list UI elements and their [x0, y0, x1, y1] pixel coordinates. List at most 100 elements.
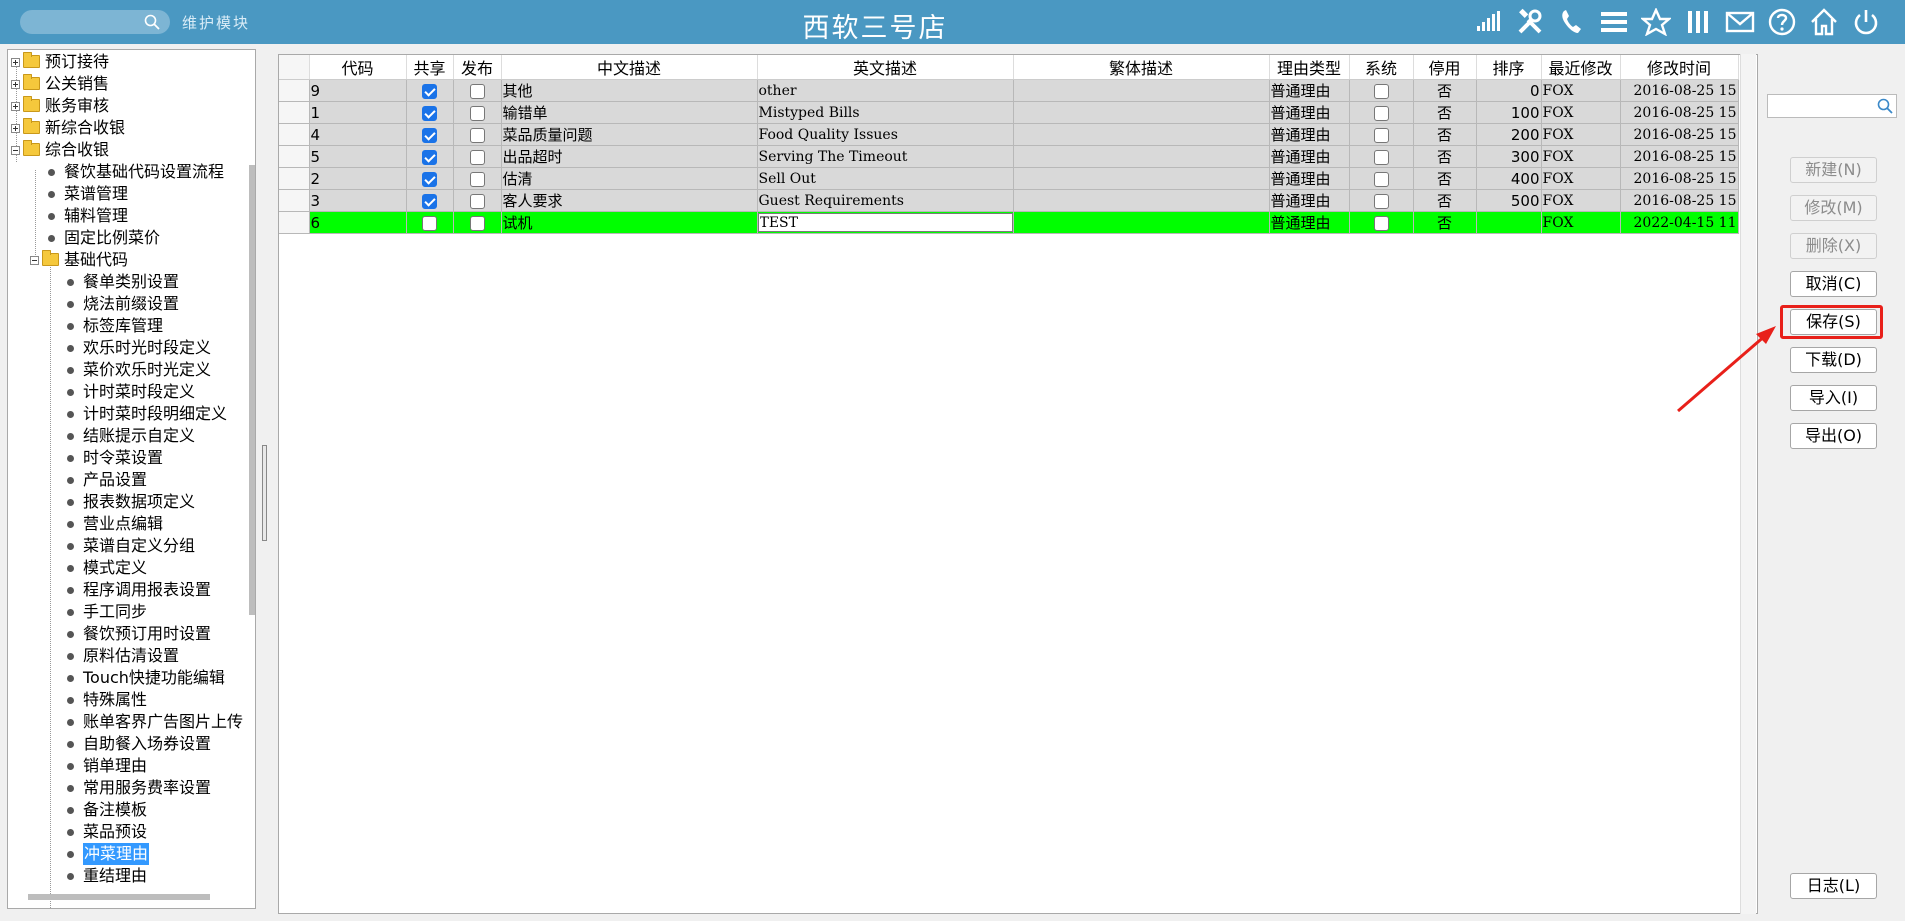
- row-header[interactable]: [279, 189, 310, 212]
- code-cell[interactable]: 6: [309, 211, 407, 234]
- table-row[interactable]: 2 估清 Sell Out 普通理由 否 400 FOX 2016-08-25 15: [279, 167, 1739, 190]
- share-checkbox[interactable]: [422, 171, 437, 187]
- row-header[interactable]: [279, 167, 310, 190]
- code-cell[interactable]: 9: [309, 79, 407, 102]
- column-header[interactable]: 修改时间: [1620, 55, 1739, 80]
- english-desc-cell[interactable]: Guest Requirements: [757, 189, 1014, 212]
- expand-icon[interactable]: [11, 102, 20, 111]
- traditional-desc-cell[interactable]: [1013, 211, 1270, 234]
- modified-time-cell[interactable]: 2016-08-25 15: [1620, 145, 1739, 168]
- order-cell[interactable]: 200: [1476, 123, 1542, 146]
- delete-button[interactable]: 删除(X): [1790, 233, 1877, 259]
- english-desc-cell[interactable]: Food Quality Issues: [757, 123, 1014, 146]
- publish-checkbox[interactable]: [469, 193, 485, 209]
- phone-icon[interactable]: [1555, 6, 1589, 38]
- system-checkbox[interactable]: [1373, 215, 1389, 231]
- share-checkbox[interactable]: [422, 149, 437, 165]
- disabled-cell[interactable]: 否: [1413, 145, 1477, 168]
- code-cell[interactable]: 3: [309, 189, 407, 212]
- column-header[interactable]: 发布: [453, 55, 502, 80]
- modifier-cell[interactable]: FOX: [1541, 123, 1621, 146]
- column-header[interactable]: 代码: [309, 55, 407, 80]
- download-button[interactable]: 下载(D): [1790, 347, 1877, 373]
- system-checkbox[interactable]: [1373, 83, 1389, 99]
- modifier-cell[interactable]: FOX: [1541, 101, 1621, 124]
- table-row[interactable]: 1 输错单 Mistyped Bills 普通理由 否 100 FOX 2016-08-25 …: [279, 101, 1739, 124]
- modified-time-cell[interactable]: 2016-08-25 15: [1620, 167, 1739, 190]
- log-button[interactable]: 日志(L): [1790, 873, 1877, 899]
- code-cell[interactable]: 2: [309, 167, 407, 190]
- signal-icon[interactable]: [1471, 6, 1505, 38]
- modifier-cell[interactable]: FOX: [1541, 145, 1621, 168]
- power-icon[interactable]: [1849, 6, 1883, 38]
- share-checkbox[interactable]: [422, 127, 437, 143]
- row-header[interactable]: [279, 145, 310, 168]
- tools-icon[interactable]: [1513, 6, 1547, 38]
- modified-time-cell[interactable]: 2016-08-25 15: [1620, 189, 1739, 212]
- modifier-cell[interactable]: FOX: [1541, 79, 1621, 102]
- order-cell[interactable]: 500: [1476, 189, 1542, 212]
- disabled-cell[interactable]: 否: [1413, 101, 1477, 124]
- chinese-desc-cell[interactable]: 输错单: [501, 101, 758, 124]
- order-cell[interactable]: 0: [1476, 79, 1542, 102]
- tree-vertical-scrollbar[interactable]: [249, 165, 255, 615]
- splitter-handle[interactable]: [262, 445, 267, 541]
- publish-checkbox[interactable]: [469, 83, 485, 99]
- traditional-desc-cell[interactable]: [1013, 79, 1270, 102]
- chinese-desc-cell[interactable]: 客人要求: [501, 189, 758, 212]
- table-row[interactable]: 5 出品超时 Serving The Timeout 普通理由 否 300 FOX 2016-…: [279, 145, 1739, 168]
- chinese-desc-cell[interactable]: 其他: [501, 79, 758, 102]
- modified-time-cell[interactable]: 2016-08-25 15: [1620, 101, 1739, 124]
- column-header[interactable]: 理由类型: [1269, 55, 1350, 80]
- traditional-desc-cell[interactable]: [1013, 189, 1270, 212]
- table-row[interactable]: 9 其他 other 普通理由 否 0 FOX 2016-08-25 15: [279, 79, 1739, 102]
- reason-type-cell[interactable]: 普通理由: [1269, 79, 1350, 102]
- menu-icon[interactable]: [1597, 6, 1631, 38]
- english-desc-cell[interactable]: other: [757, 79, 1014, 102]
- publish-checkbox[interactable]: [469, 105, 485, 121]
- modified-time-cell[interactable]: 2022-04-15 11: [1620, 211, 1739, 234]
- order-cell[interactable]: 100: [1476, 101, 1542, 124]
- table-row[interactable]: 4 菜品质量问题 Food Quality Issues 普通理由 否 200 FOX 201…: [279, 123, 1739, 146]
- system-checkbox[interactable]: [1373, 171, 1389, 187]
- modifier-cell[interactable]: FOX: [1541, 167, 1621, 190]
- system-checkbox[interactable]: [1373, 127, 1389, 143]
- traditional-desc-cell[interactable]: [1013, 101, 1270, 124]
- column-header[interactable]: 停用: [1413, 55, 1477, 80]
- english-desc-cell[interactable]: Mistyped Bills: [757, 101, 1014, 124]
- system-checkbox[interactable]: [1373, 193, 1389, 209]
- table-row-editing[interactable]: 6 试机 普通理由 否 FOX2022-04-15 11: [279, 211, 1739, 234]
- expand-icon[interactable]: [11, 58, 20, 67]
- row-header[interactable]: [279, 101, 310, 124]
- modified-time-cell[interactable]: 2016-08-25 15: [1620, 123, 1739, 146]
- system-checkbox[interactable]: [1373, 105, 1389, 121]
- import-button[interactable]: 导入(I): [1790, 385, 1877, 411]
- publish-checkbox[interactable]: [469, 171, 485, 187]
- english-desc-cell[interactable]: Sell Out: [757, 167, 1014, 190]
- disabled-cell[interactable]: 否: [1413, 211, 1477, 234]
- reason-type-cell[interactable]: 普通理由: [1269, 211, 1350, 234]
- chinese-desc-cell[interactable]: 菜品质量问题: [501, 123, 758, 146]
- modifier-cell[interactable]: FOX: [1541, 211, 1621, 234]
- code-cell[interactable]: 1: [309, 101, 407, 124]
- share-checkbox[interactable]: [422, 105, 437, 121]
- column-header[interactable]: 繁体描述: [1013, 55, 1270, 80]
- row-header[interactable]: [279, 211, 310, 234]
- reason-type-cell[interactable]: 普通理由: [1269, 167, 1350, 190]
- grid-vertical-scrollbar[interactable]: [1740, 54, 1756, 914]
- column-header[interactable]: 排序: [1476, 55, 1542, 80]
- chinese-desc-cell[interactable]: 试机: [501, 211, 758, 234]
- collapse-icon[interactable]: [11, 146, 20, 155]
- column-header[interactable]: 英文描述: [757, 55, 1014, 80]
- order-cell[interactable]: 300: [1476, 145, 1542, 168]
- traditional-desc-cell[interactable]: [1013, 123, 1270, 146]
- modifier-cell[interactable]: FOX: [1541, 189, 1621, 212]
- cancel-button[interactable]: 取消(C): [1790, 271, 1877, 297]
- traditional-desc-cell[interactable]: [1013, 145, 1270, 168]
- export-button[interactable]: 导出(O): [1790, 423, 1877, 449]
- disabled-cell[interactable]: 否: [1413, 79, 1477, 102]
- chinese-desc-cell[interactable]: 估清: [501, 167, 758, 190]
- publish-checkbox[interactable]: [469, 149, 485, 165]
- expand-icon[interactable]: [11, 80, 20, 89]
- disabled-cell[interactable]: 否: [1413, 167, 1477, 190]
